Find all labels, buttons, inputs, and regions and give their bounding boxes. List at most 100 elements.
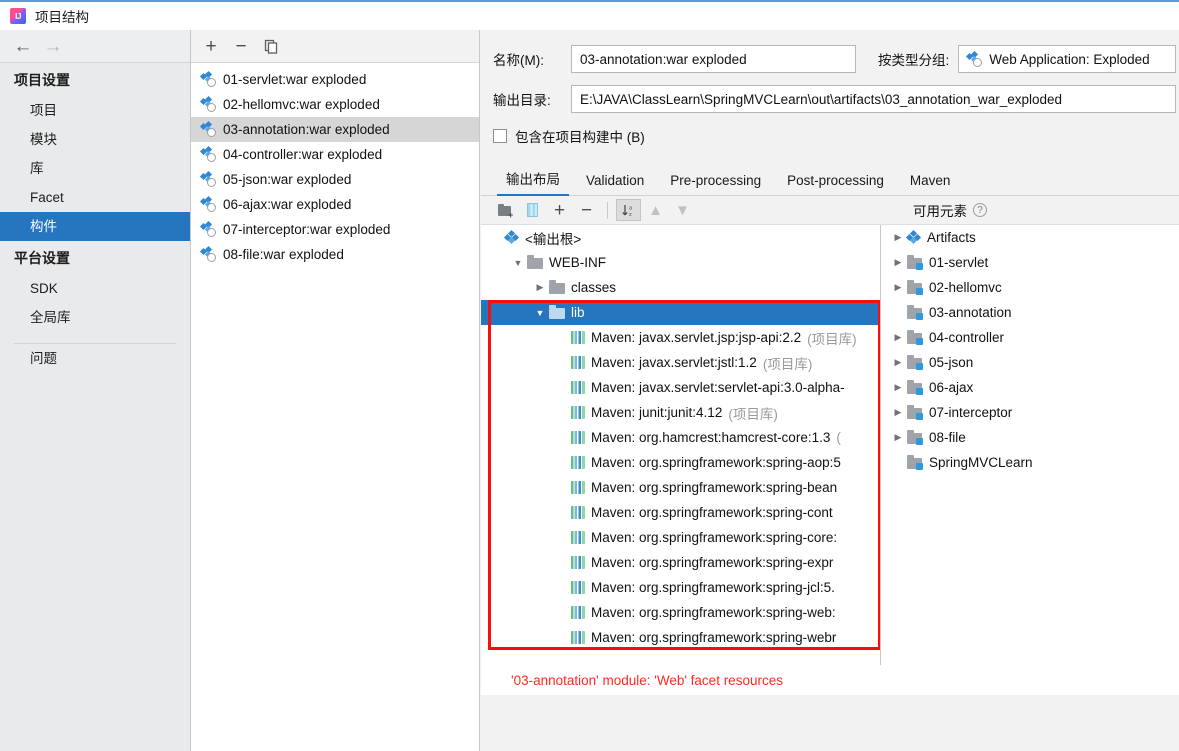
available-elements-tree[interactable]: ▶ Artifacts ▶ 01-servlet ▶ 02-hellomvc 03-ann… xyxy=(881,225,1178,665)
available-tree-row[interactable]: ▶ 01-servlet xyxy=(881,250,1178,275)
output-tree-row-label: Maven: org.springframework:spring-core: xyxy=(591,530,838,545)
output-tree-row[interactable]: Maven: org.springframework:spring-bean xyxy=(481,475,880,500)
chevron-down-icon[interactable]: ▼ xyxy=(509,258,527,268)
output-tree-row[interactable]: ▶ classes xyxy=(481,275,880,300)
help-circle-icon[interactable]: ? xyxy=(973,203,987,217)
output-tree-row[interactable]: Maven: javax.servlet:servlet-api:3.0-alp… xyxy=(481,375,880,400)
artifact-name-input[interactable]: 03-annotation:war exploded xyxy=(571,45,856,73)
output-tree-row[interactable]: Maven: javax.servlet:jstl:1.2 (项目库) xyxy=(481,350,880,375)
sidebar-item-sdks[interactable]: SDK xyxy=(0,274,190,303)
sidebar-item-libraries[interactable]: 库 xyxy=(0,154,190,183)
sidebar-item-facets[interactable]: Facet xyxy=(0,183,190,212)
available-tree-row[interactable]: SpringMVCLearn xyxy=(881,450,1178,475)
artifact-list-item[interactable]: 03-annotation:war exploded xyxy=(191,117,479,142)
artifact-type-combo[interactable]: Web Application: Exploded xyxy=(958,45,1177,73)
tab-validation[interactable]: Validation xyxy=(573,173,657,195)
project-structure-dialog: 项目结构 ← → 项目设置 项目 模块 库 Facet 构件 平台设置 SDK … xyxy=(0,0,1179,751)
chevron-right-icon[interactable]: ▶ xyxy=(889,232,907,243)
add-element-button[interactable]: + xyxy=(547,199,572,221)
output-tree-row[interactable]: ▼ lib xyxy=(481,300,880,325)
output-tree-row[interactable]: Maven: org.springframework:spring-jcl:5. xyxy=(481,575,880,600)
output-directory-input[interactable]: E:\JAVA\ClassLearn\SpringMVCLearn\out\ar… xyxy=(571,85,1176,113)
output-tree-row[interactable]: <输出根> xyxy=(481,225,880,250)
available-tree-row[interactable]: ▶ 02-hellomvc xyxy=(881,275,1178,300)
artifact-list-item[interactable]: 02-hellomvc:war exploded xyxy=(191,92,479,117)
sidebar-group-project-settings: 项目设置 xyxy=(14,72,70,88)
include-in-build-row[interactable]: 包含在项目构建中 (B) xyxy=(481,124,1179,148)
artifact-icon xyxy=(199,145,216,162)
chevron-right-icon[interactable]: ▶ xyxy=(889,432,907,443)
chevron-right-icon[interactable]: ▶ xyxy=(889,332,907,343)
output-tree-row[interactable]: Maven: org.hamcrest:hamcrest-core:1.3 ( xyxy=(481,425,880,450)
output-tree-row-label: Maven: org.springframework:spring-webr xyxy=(591,630,837,645)
output-tree-row[interactable]: ▼ WEB-INF xyxy=(481,250,880,275)
chevron-right-icon[interactable]: ▶ xyxy=(531,282,549,293)
sidebar-item-global-libraries[interactable]: 全局库 xyxy=(0,303,190,332)
tab-output-layout[interactable]: 输出布局 xyxy=(493,168,573,196)
sidebar-item-project[interactable]: 项目 xyxy=(0,96,190,125)
create-archive-button[interactable] xyxy=(520,199,545,221)
output-layout-toolbar: + + − a z ▲ ▼ 可用元素 ? xyxy=(481,196,1179,225)
artifact-icon xyxy=(199,170,216,187)
chevron-right-icon[interactable]: ▶ xyxy=(889,407,907,418)
chevron-right-icon[interactable]: ▶ xyxy=(889,282,907,293)
output-tree-row[interactable]: Maven: org.springframework:spring-webr xyxy=(481,625,880,650)
output-tree-row[interactable]: Maven: junit:junit:4.12 (项目库) xyxy=(481,400,880,425)
output-tree-row[interactable]: Maven: org.springframework:spring-core: xyxy=(481,525,880,550)
artifacts-list-panel: + − 01-servlet:war exploded 02-hellomvc:w… xyxy=(191,30,480,751)
library-icon xyxy=(571,556,585,569)
chevron-right-icon[interactable]: ▶ xyxy=(889,257,907,268)
sort-elements-button[interactable]: a z xyxy=(616,199,641,221)
tab-post-processing[interactable]: Post-processing xyxy=(774,173,897,195)
available-tree-row[interactable]: 03-annotation xyxy=(881,300,1178,325)
artifact-list-item[interactable]: 06-ajax:war exploded xyxy=(191,192,479,217)
available-tree-row[interactable]: ▶ 06-ajax xyxy=(881,375,1178,400)
chevron-right-icon[interactable]: ▶ xyxy=(889,357,907,368)
remove-artifact-button[interactable]: − xyxy=(228,34,254,58)
sidebar-item-artifacts[interactable]: 构件 xyxy=(0,212,190,241)
output-tree-row[interactable]: Maven: javax.servlet.jsp:jsp-api:2.2 (项目库… xyxy=(481,325,880,350)
output-layout-tree[interactable]: <输出根> ▼ WEB-INF ▶ classes ▼ lib Maven: javax.s… xyxy=(481,225,881,665)
output-tree-row[interactable]: Maven: org.springframework:spring-expr xyxy=(481,550,880,575)
chevron-right-icon[interactable]: ▶ xyxy=(889,382,907,393)
arrow-right-icon[interactable]: → xyxy=(38,34,68,58)
move-up-button[interactable]: ▲ xyxy=(643,199,668,221)
move-down-button[interactable]: ▼ xyxy=(670,199,695,221)
available-tree-row[interactable]: ▶ 04-controller xyxy=(881,325,1178,350)
output-tree-row-note: (项目库) xyxy=(762,356,813,372)
artifact-tabs: 输出布局 Validation Pre-processing Post-proc… xyxy=(481,162,1179,196)
artifact-list-item[interactable]: 04-controller:war exploded xyxy=(191,142,479,167)
tab-pre-processing[interactable]: Pre-processing xyxy=(657,173,774,195)
output-tree-row-label: WEB-INF xyxy=(549,255,606,270)
output-tree-row[interactable]: Maven: org.springframework:spring-web: xyxy=(481,600,880,625)
sidebar-item-problems[interactable]: 问题 xyxy=(0,344,190,373)
available-tree-row[interactable]: ▶ 08-file xyxy=(881,425,1178,450)
add-artifact-button[interactable]: + xyxy=(198,34,224,58)
chevron-down-icon[interactable]: ▼ xyxy=(531,308,549,318)
output-tree-row[interactable]: Maven: org.springframework:spring-cont xyxy=(481,500,880,525)
sidebar-item-modules[interactable]: 模块 xyxy=(0,125,190,154)
available-tree-row[interactable]: ▶ 05-json xyxy=(881,350,1178,375)
arrow-left-icon[interactable]: ← xyxy=(8,34,38,58)
available-tree-row[interactable]: ▶ Artifacts xyxy=(881,225,1178,250)
output-tree-row[interactable]: Maven: org.springframework:spring-aop:5 xyxy=(481,450,880,475)
artifact-list-item[interactable]: 07-interceptor:war exploded xyxy=(191,217,479,242)
create-directory-button[interactable]: + xyxy=(493,199,518,221)
available-tree-row[interactable]: ▶ 07-interceptor xyxy=(881,400,1178,425)
group-by-type-label: 按类型分组: xyxy=(878,53,950,68)
tab-maven[interactable]: Maven xyxy=(897,173,964,195)
output-tree-row-note: (项目库) xyxy=(728,406,778,422)
remove-element-button[interactable]: − xyxy=(574,199,599,221)
artifacts-list: 01-servlet:war exploded 02-hellomvc:war e… xyxy=(191,63,479,267)
artifact-list-item[interactable]: 01-servlet:war exploded xyxy=(191,67,479,92)
artifact-list-item[interactable]: 05-json:war exploded xyxy=(191,167,479,192)
artifact-list-item[interactable]: 08-file:war exploded xyxy=(191,242,479,267)
include-in-build-checkbox[interactable] xyxy=(493,129,507,143)
copy-artifact-button[interactable] xyxy=(258,34,284,58)
library-icon xyxy=(571,581,585,594)
